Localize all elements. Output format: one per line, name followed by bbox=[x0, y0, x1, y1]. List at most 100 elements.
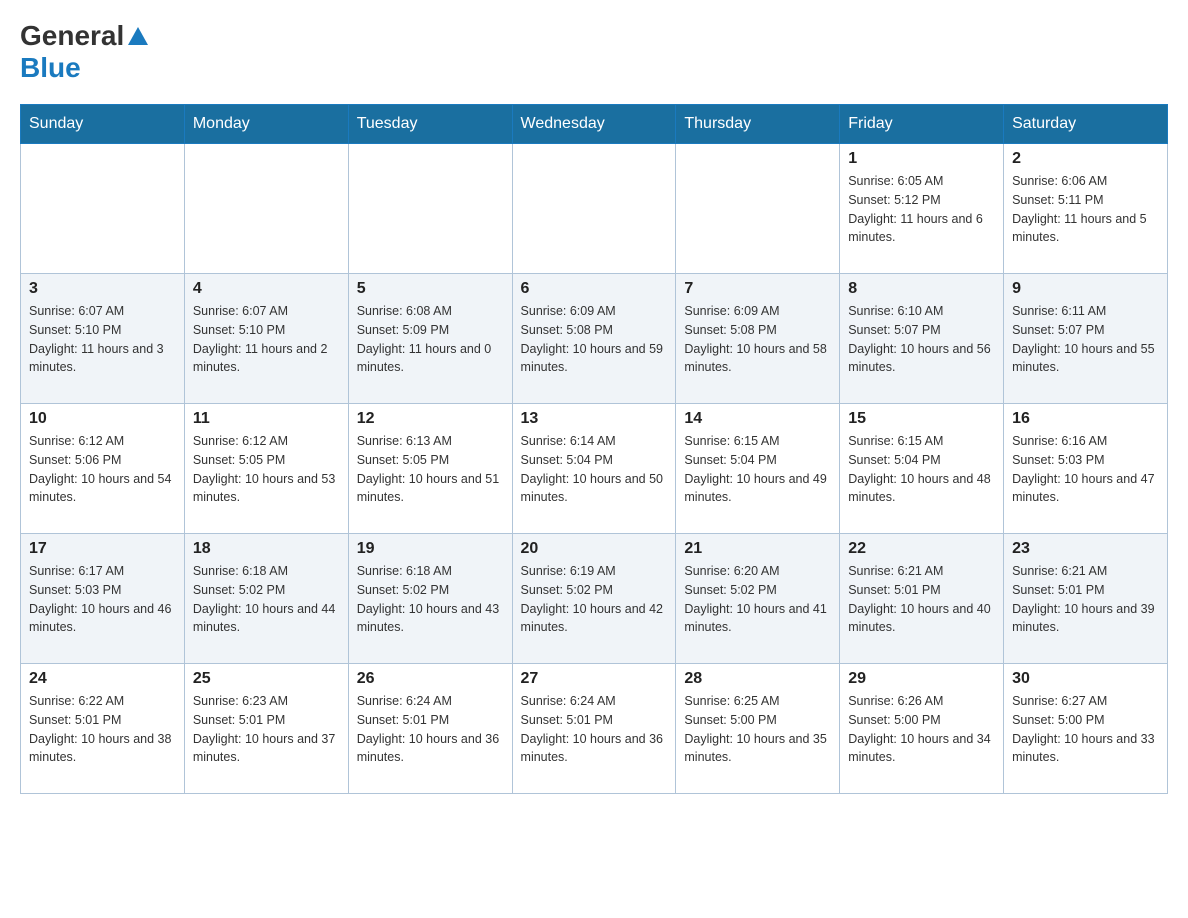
day-of-week-header: Saturday bbox=[1004, 105, 1168, 144]
day-info: Sunrise: 6:12 AM Sunset: 5:05 PM Dayligh… bbox=[193, 432, 340, 507]
day-number: 16 bbox=[1012, 410, 1159, 428]
day-info: Sunrise: 6:07 AM Sunset: 5:10 PM Dayligh… bbox=[193, 302, 340, 377]
day-number: 4 bbox=[193, 280, 340, 298]
day-number: 23 bbox=[1012, 540, 1159, 558]
calendar-week-row: 3 Sunrise: 6:07 AM Sunset: 5:10 PM Daylig… bbox=[21, 274, 1168, 404]
day-of-week-header: Sunday bbox=[21, 105, 185, 144]
day-number: 27 bbox=[521, 670, 668, 688]
calendar-cell: 13 Sunrise: 6:14 AM Sunset: 5:04 PM Dayli… bbox=[512, 404, 676, 534]
day-number: 24 bbox=[29, 670, 176, 688]
day-info: Sunrise: 6:11 AM Sunset: 5:07 PM Dayligh… bbox=[1012, 302, 1159, 377]
day-number: 3 bbox=[29, 280, 176, 298]
day-of-week-header: Monday bbox=[184, 105, 348, 144]
calendar-cell bbox=[21, 144, 185, 274]
day-info: Sunrise: 6:15 AM Sunset: 5:04 PM Dayligh… bbox=[684, 432, 831, 507]
day-of-week-header: Tuesday bbox=[348, 105, 512, 144]
day-info: Sunrise: 6:17 AM Sunset: 5:03 PM Dayligh… bbox=[29, 562, 176, 637]
day-info: Sunrise: 6:21 AM Sunset: 5:01 PM Dayligh… bbox=[1012, 562, 1159, 637]
calendar-cell bbox=[676, 144, 840, 274]
day-info: Sunrise: 6:10 AM Sunset: 5:07 PM Dayligh… bbox=[848, 302, 995, 377]
day-info: Sunrise: 6:18 AM Sunset: 5:02 PM Dayligh… bbox=[193, 562, 340, 637]
calendar-header-row: SundayMondayTuesdayWednesdayThursdayFrid… bbox=[21, 105, 1168, 144]
calendar-cell: 19Sunrise: 6:18 AM Sunset: 5:02 PM Dayli… bbox=[348, 534, 512, 664]
calendar-cell: 26Sunrise: 6:24 AM Sunset: 5:01 PM Dayli… bbox=[348, 664, 512, 794]
calendar-cell: 28Sunrise: 6:25 AM Sunset: 5:00 PM Dayli… bbox=[676, 664, 840, 794]
day-info: Sunrise: 6:19 AM Sunset: 5:02 PM Dayligh… bbox=[521, 562, 668, 637]
day-number: 10 bbox=[29, 410, 176, 428]
day-info: Sunrise: 6:06 AM Sunset: 5:11 PM Dayligh… bbox=[1012, 172, 1159, 247]
day-number: 6 bbox=[521, 280, 668, 298]
day-info: Sunrise: 6:05 AM Sunset: 5:12 PM Dayligh… bbox=[848, 172, 995, 247]
day-info: Sunrise: 6:23 AM Sunset: 5:01 PM Dayligh… bbox=[193, 692, 340, 767]
day-number: 8 bbox=[848, 280, 995, 298]
day-info: Sunrise: 6:13 AM Sunset: 5:05 PM Dayligh… bbox=[357, 432, 504, 507]
day-info: Sunrise: 6:16 AM Sunset: 5:03 PM Dayligh… bbox=[1012, 432, 1159, 507]
calendar-cell: 8 Sunrise: 6:10 AM Sunset: 5:07 PM Daylig… bbox=[840, 274, 1004, 404]
day-info: Sunrise: 6:24 AM Sunset: 5:01 PM Dayligh… bbox=[357, 692, 504, 767]
calendar-cell: 27 Sunrise: 6:24 AM Sunset: 5:01 PM Dayli… bbox=[512, 664, 676, 794]
day-number: 22 bbox=[848, 540, 995, 558]
day-number: 7 bbox=[684, 280, 831, 298]
day-info: Sunrise: 6:22 AM Sunset: 5:01 PM Dayligh… bbox=[29, 692, 176, 767]
calendar-cell: 21 Sunrise: 6:20 AM Sunset: 5:02 PM Dayli… bbox=[676, 534, 840, 664]
day-info: Sunrise: 6:09 AM Sunset: 5:08 PM Dayligh… bbox=[521, 302, 668, 377]
calendar-week-row: 24 Sunrise: 6:22 AM Sunset: 5:01 PM Dayli… bbox=[21, 664, 1168, 794]
logo-triangle-icon bbox=[128, 27, 148, 45]
calendar-cell bbox=[348, 144, 512, 274]
day-number: 5 bbox=[357, 280, 504, 298]
logo: General Blue bbox=[20, 20, 150, 84]
calendar-cell: 1 Sunrise: 6:05 AM Sunset: 5:12 PM Daylig… bbox=[840, 144, 1004, 274]
day-number: 21 bbox=[684, 540, 831, 558]
day-number: 11 bbox=[193, 410, 340, 428]
day-of-week-header: Wednesday bbox=[512, 105, 676, 144]
day-number: 9 bbox=[1012, 280, 1159, 298]
calendar-cell: 18 Sunrise: 6:18 AM Sunset: 5:02 PM Dayli… bbox=[184, 534, 348, 664]
day-info: Sunrise: 6:14 AM Sunset: 5:04 PM Dayligh… bbox=[521, 432, 668, 507]
day-number: 29 bbox=[848, 670, 995, 688]
day-of-week-header: Friday bbox=[840, 105, 1004, 144]
day-info: Sunrise: 6:26 AM Sunset: 5:00 PM Dayligh… bbox=[848, 692, 995, 767]
calendar-cell: 7 Sunrise: 6:09 AM Sunset: 5:08 PM Daylig… bbox=[676, 274, 840, 404]
calendar-week-row: 17 Sunrise: 6:17 AM Sunset: 5:03 PM Dayli… bbox=[21, 534, 1168, 664]
day-number: 1 bbox=[848, 150, 995, 168]
day-info: Sunrise: 6:12 AM Sunset: 5:06 PM Dayligh… bbox=[29, 432, 176, 507]
day-info: Sunrise: 6:20 AM Sunset: 5:02 PM Dayligh… bbox=[684, 562, 831, 637]
day-info: Sunrise: 6:24 AM Sunset: 5:01 PM Dayligh… bbox=[521, 692, 668, 767]
day-number: 18 bbox=[193, 540, 340, 558]
calendar-cell: 17 Sunrise: 6:17 AM Sunset: 5:03 PM Dayli… bbox=[21, 534, 185, 664]
logo-general-text: General bbox=[20, 20, 124, 52]
calendar-cell: 24 Sunrise: 6:22 AM Sunset: 5:01 PM Dayli… bbox=[21, 664, 185, 794]
calendar-cell: 10 Sunrise: 6:12 AM Sunset: 5:06 PM Dayli… bbox=[21, 404, 185, 534]
calendar-cell: 2Sunrise: 6:06 AM Sunset: 5:11 PM Daylig… bbox=[1004, 144, 1168, 274]
calendar-cell: 11 Sunrise: 6:12 AM Sunset: 5:05 PM Dayli… bbox=[184, 404, 348, 534]
page-header: General Blue bbox=[20, 20, 1168, 84]
calendar-cell: 29 Sunrise: 6:26 AM Sunset: 5:00 PM Dayli… bbox=[840, 664, 1004, 794]
calendar-table: SundayMondayTuesdayWednesdayThursdayFrid… bbox=[20, 104, 1168, 794]
calendar-cell: 25 Sunrise: 6:23 AM Sunset: 5:01 PM Dayli… bbox=[184, 664, 348, 794]
calendar-cell bbox=[184, 144, 348, 274]
day-number: 13 bbox=[521, 410, 668, 428]
calendar-cell: 14 Sunrise: 6:15 AM Sunset: 5:04 PM Dayli… bbox=[676, 404, 840, 534]
day-number: 17 bbox=[29, 540, 176, 558]
day-info: Sunrise: 6:27 AM Sunset: 5:00 PM Dayligh… bbox=[1012, 692, 1159, 767]
day-number: 20 bbox=[521, 540, 668, 558]
day-info: Sunrise: 6:15 AM Sunset: 5:04 PM Dayligh… bbox=[848, 432, 995, 507]
day-number: 25 bbox=[193, 670, 340, 688]
day-number: 30 bbox=[1012, 670, 1159, 688]
day-number: 12 bbox=[357, 410, 504, 428]
logo-blue-text: Blue bbox=[20, 52, 81, 84]
calendar-cell: 23 Sunrise: 6:21 AM Sunset: 5:01 PM Dayli… bbox=[1004, 534, 1168, 664]
calendar-cell: 16 Sunrise: 6:16 AM Sunset: 5:03 PM Dayli… bbox=[1004, 404, 1168, 534]
day-number: 14 bbox=[684, 410, 831, 428]
calendar-cell: 9 Sunrise: 6:11 AM Sunset: 5:07 PM Daylig… bbox=[1004, 274, 1168, 404]
calendar-cell: 3Sunrise: 6:07 AM Sunset: 5:10 PM Daylig… bbox=[21, 274, 185, 404]
day-info: Sunrise: 6:08 AM Sunset: 5:09 PM Dayligh… bbox=[357, 302, 504, 377]
calendar-cell: 12 Sunrise: 6:13 AM Sunset: 5:05 PM Dayli… bbox=[348, 404, 512, 534]
calendar-cell: 15Sunrise: 6:15 AM Sunset: 5:04 PM Dayli… bbox=[840, 404, 1004, 534]
calendar-cell: 30 Sunrise: 6:27 AM Sunset: 5:00 PM Dayli… bbox=[1004, 664, 1168, 794]
day-info: Sunrise: 6:25 AM Sunset: 5:00 PM Dayligh… bbox=[684, 692, 831, 767]
day-info: Sunrise: 6:09 AM Sunset: 5:08 PM Dayligh… bbox=[684, 302, 831, 377]
calendar-week-row: 1 Sunrise: 6:05 AM Sunset: 5:12 PM Daylig… bbox=[21, 144, 1168, 274]
calendar-week-row: 10 Sunrise: 6:12 AM Sunset: 5:06 PM Dayli… bbox=[21, 404, 1168, 534]
calendar-cell: 4 Sunrise: 6:07 AM Sunset: 5:10 PM Daylig… bbox=[184, 274, 348, 404]
